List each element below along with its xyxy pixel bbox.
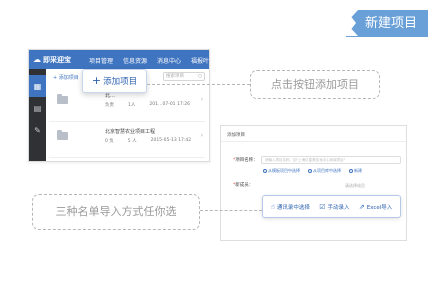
nav-item-messages[interactable]: 消息中心 <box>157 56 181 65</box>
sidebar-item-edit[interactable]: ✎ <box>29 119 46 141</box>
add-project-button[interactable]: + 添加项目 <box>82 69 147 93</box>
nav-item-extra[interactable]: 福报叶 <box>191 56 209 65</box>
edit-icon: ☑ <box>319 202 326 211</box>
document-icon: ▤ <box>33 103 42 113</box>
project-meta: 0 负 5 人 2015-05-13 17:42 <box>105 138 192 144</box>
sidebar-item-docs[interactable]: ▤ <box>29 97 46 119</box>
add-project-form: 添加项目 *项目名称： 请输入项目名称，如"上海红星美凯龙中心商城项目" 从模板… <box>220 125 407 241</box>
project-meta: 负责 1人 201…07-01 17:26 <box>105 102 190 108</box>
members-label: *新成员： <box>233 183 254 188</box>
import-from-contacts-button[interactable]: ☝ 通讯录中选择 <box>271 203 310 211</box>
flag-label: 新建项目 <box>364 16 417 31</box>
list-item[interactable]: 北京智慧农业项目工程 0 负 5 人 2015-05-13 17:42 › <box>49 122 205 158</box>
chevron-right-icon: › <box>200 96 203 103</box>
hand-pointer-icon: ☝ <box>270 202 275 211</box>
excel-icon: ⇗ <box>358 202 365 211</box>
form-title: 添加项目 <box>227 133 245 138</box>
add-project-link[interactable]: + 添加项目 <box>53 74 79 81</box>
nav-item-projects[interactable]: 项目管理 <box>89 56 113 65</box>
top-nav: 项目管理 信息资源 消息中心 福报叶 <box>89 56 209 65</box>
folder-icon <box>57 94 68 104</box>
nav-item-resources[interactable]: 信息资源 <box>123 56 147 65</box>
divider <box>221 141 406 142</box>
grid-icon: ▦ <box>33 81 42 91</box>
logo-text: 即采迎宝 <box>43 56 71 64</box>
add-project-label: 添加项目 <box>103 77 138 87</box>
cloud-icon: ☁ <box>33 55 41 64</box>
project-title: 北京智慧农业项目工程 <box>105 129 156 135</box>
app-logo: ☁ 即采迎宝 <box>33 55 71 65</box>
members-hint: 请选择成员 <box>345 183 365 188</box>
app-header: ☁ 即采迎宝 项目管理 信息资源 消息中心 福报叶 <box>29 50 209 69</box>
option-new[interactable]: 新建 <box>349 168 362 174</box>
import-options: ☝ 通讯录中选择 ☑ 手动录入 ⇗ Excel导入 <box>262 195 401 218</box>
manual-entry-button[interactable]: ☑ 手动录入 <box>319 203 349 211</box>
chevron-right-icon: › <box>200 132 203 139</box>
sidebar-item-grid[interactable]: ▦ <box>29 75 46 97</box>
project-name-input[interactable]: 请输入项目名称，如"上海红星美凯龙中心商城项目" <box>261 156 401 164</box>
connector-line <box>147 84 250 85</box>
plus-icon: + <box>91 74 102 87</box>
app-window: ☁ 即采迎宝 项目管理 信息资源 消息中心 福报叶 ▦ ▤ ✎ + 添加项目 搜索… <box>28 49 210 162</box>
search-placeholder: 搜索项目 <box>166 74 184 79</box>
folder-icon <box>57 130 68 140</box>
option-template[interactable]: 从模板项目中选择 <box>263 168 300 174</box>
project-title: 北… <box>105 93 116 99</box>
callout-click-add: 点击按钮添加项目 <box>250 70 380 99</box>
sidebar: ▦ ▤ ✎ <box>29 69 46 161</box>
edit-icon: ✎ <box>34 125 41 135</box>
option-library[interactable]: 从项目库中选择 <box>308 168 341 174</box>
excel-import-button[interactable]: ⇗ Excel导入 <box>359 203 392 211</box>
project-source-options: 从模板项目中选择 从项目库中选择 新建 <box>263 168 362 174</box>
search-icon: ○ <box>198 74 202 79</box>
new-project-flag: 新建项目 <box>346 10 428 37</box>
project-name-label: *项目名称： <box>233 158 258 163</box>
search-input[interactable]: 搜索项目 ○ <box>163 72 205 81</box>
callout-three-ways: 三种名单导入方式任你选 <box>32 194 200 230</box>
connector-line <box>200 210 262 211</box>
